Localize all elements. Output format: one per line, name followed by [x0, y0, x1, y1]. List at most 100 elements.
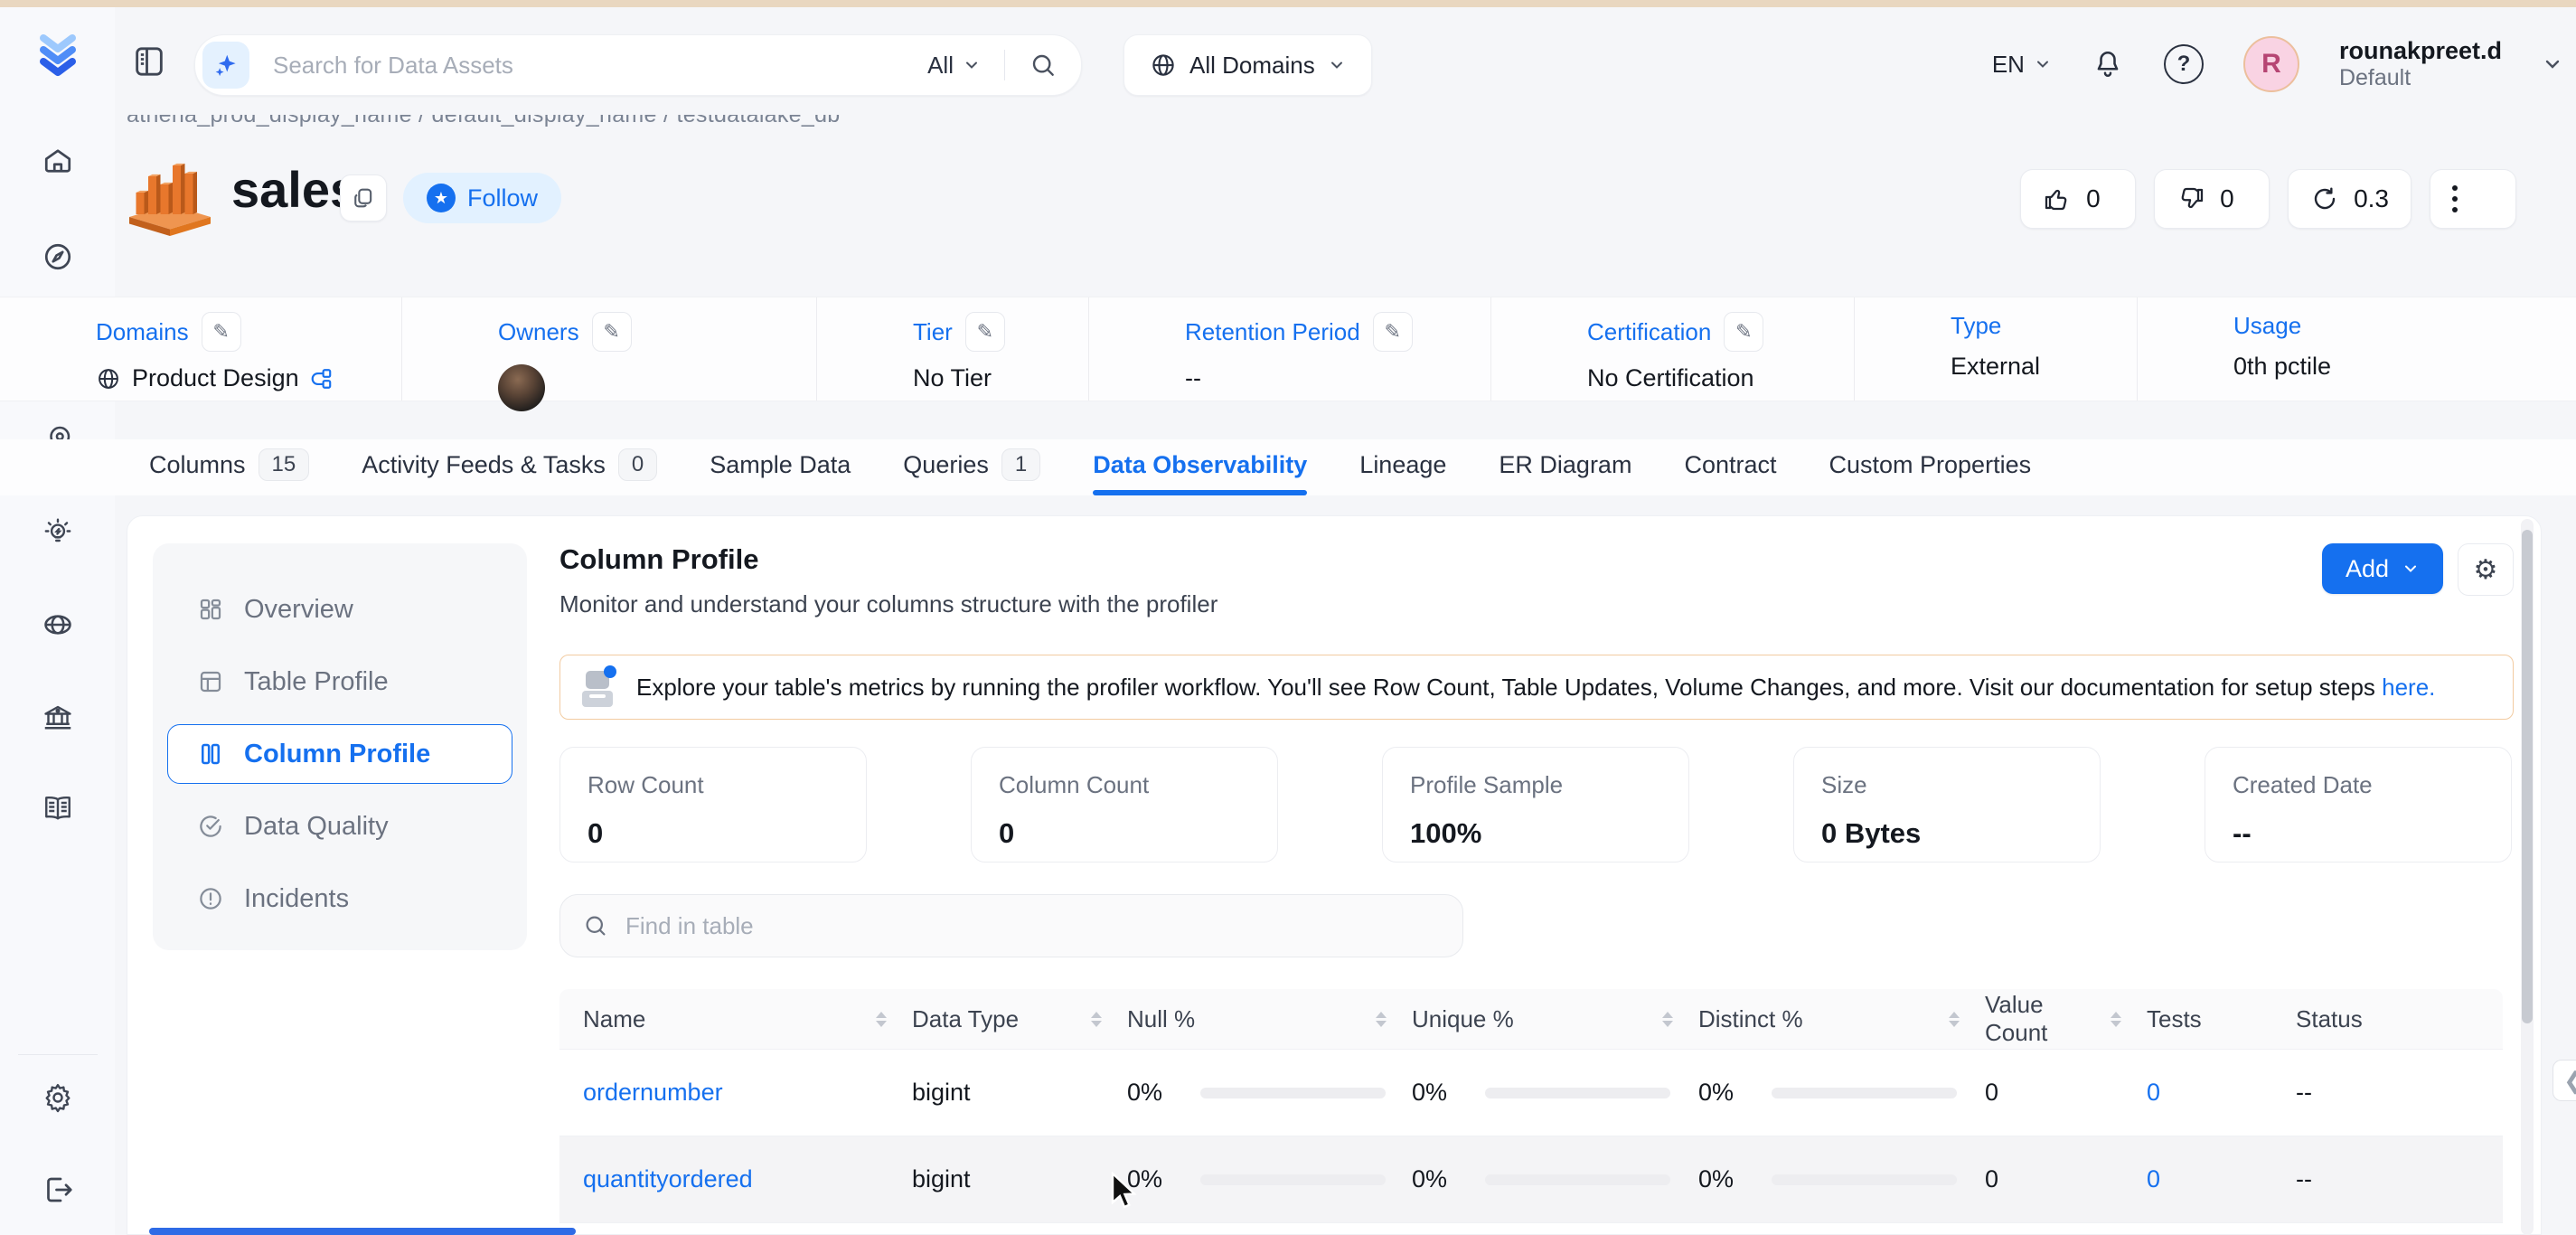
- progress-bar: [1772, 1174, 1957, 1185]
- find-in-table[interactable]: [559, 894, 1463, 957]
- tab-lineage[interactable]: Lineage: [1359, 439, 1446, 490]
- meta-retention: Retention Period ✎ --: [1088, 297, 1490, 401]
- copy-name-button[interactable]: [340, 174, 387, 222]
- unique-pct-cell: 0%: [1412, 1165, 1698, 1193]
- sidebar-item-table-profile[interactable]: Table Profile: [167, 652, 512, 712]
- scrollbar-thumb[interactable]: [2522, 530, 2533, 1023]
- all-domains-dropdown[interactable]: All Domains: [1123, 34, 1372, 96]
- data-type-cell: bigint: [912, 1165, 1127, 1193]
- stat-created-date: Created Date --: [2205, 747, 2512, 863]
- col-header-distinct[interactable]: Distinct %: [1698, 1005, 1985, 1033]
- ai-sparkle-icon[interactable]: [202, 42, 249, 89]
- tab-sample-data[interactable]: Sample Data: [710, 439, 851, 490]
- more-options-button[interactable]: [2430, 169, 2516, 229]
- sort-icon[interactable]: [1662, 1012, 1673, 1027]
- sort-icon[interactable]: [1376, 1012, 1387, 1027]
- downvote-button[interactable]: 0: [2154, 169, 2270, 229]
- stat-column-count: Column Count 0: [971, 747, 1278, 863]
- language-dropdown[interactable]: EN: [1992, 51, 2052, 79]
- edit-retention-icon[interactable]: ✎: [1373, 312, 1413, 352]
- global-search-bar[interactable]: All: [194, 34, 1082, 96]
- find-in-table-input[interactable]: [624, 911, 1441, 941]
- user-menu[interactable]: rounakpreet.d Default: [2339, 37, 2502, 91]
- breadcrumb[interactable]: athena_prod_display_name / default_displ…: [127, 115, 1392, 129]
- sort-icon[interactable]: [876, 1012, 887, 1027]
- tests-link[interactable]: 0: [2147, 1165, 2296, 1193]
- col-header-unique[interactable]: Unique %: [1412, 1005, 1698, 1033]
- sidebar-item-column-profile[interactable]: Column Profile: [167, 724, 512, 784]
- thumbs-up-icon: [2043, 184, 2072, 213]
- col-header-data-type[interactable]: Data Type: [912, 1005, 1127, 1033]
- search-icon: [582, 912, 609, 939]
- explore-compass-icon[interactable]: [42, 240, 74, 273]
- tests-link[interactable]: 0: [2147, 1079, 2296, 1107]
- bottom-blue-bar: [149, 1228, 576, 1235]
- insights-bulb-icon[interactable]: [42, 516, 74, 549]
- column-name-link[interactable]: ordernumber: [559, 1079, 912, 1107]
- alert-circle-icon: [197, 885, 224, 912]
- tab-columns[interactable]: Columns15: [149, 439, 309, 490]
- notifications-bell-icon[interactable]: [2092, 48, 2124, 80]
- glossary-book-icon[interactable]: [42, 792, 74, 825]
- data-type-cell: bigint: [912, 1079, 1127, 1107]
- sidebar-item-incidents[interactable]: Incidents: [167, 869, 512, 929]
- entity-metadata-bar: Domains ✎ Product Design Owners ✎ Tier ✎…: [0, 297, 2576, 401]
- value-count-cell: 0: [1985, 1165, 2147, 1193]
- owner-avatar[interactable]: [498, 364, 545, 411]
- tab-contract[interactable]: Contract: [1684, 439, 1776, 490]
- add-button[interactable]: Add: [2322, 543, 2443, 594]
- entity-header: sales ★ Follow 0 0 0.3: [127, 149, 2549, 240]
- tab-activity-feeds[interactable]: Activity Feeds & Tasks0: [362, 439, 657, 490]
- chevron-down-icon: [963, 56, 981, 74]
- column-profile-icon: [197, 740, 224, 768]
- upvote-button[interactable]: 0: [2020, 169, 2136, 229]
- domains-globe-icon[interactable]: [42, 608, 74, 641]
- settings-gear-icon[interactable]: [42, 1081, 74, 1114]
- profiler-bot-icon: [582, 665, 616, 709]
- chevron-down-icon[interactable]: [2542, 53, 2563, 75]
- left-rail: [0, 7, 115, 1235]
- tab-badge: 1: [1001, 448, 1040, 481]
- value-count-cell: 0: [1985, 1079, 2147, 1107]
- collapse-panel-button[interactable]: ❮: [2552, 1060, 2576, 1101]
- edit-certification-icon[interactable]: ✎: [1724, 312, 1763, 352]
- app-logo-icon[interactable]: [34, 31, 81, 78]
- search-input[interactable]: [249, 51, 904, 80]
- version-button[interactable]: 0.3: [2288, 169, 2411, 229]
- column-name-link[interactable]: quantityordered: [559, 1165, 912, 1193]
- follow-button[interactable]: ★ Follow: [403, 173, 561, 223]
- edit-tier-icon[interactable]: ✎: [965, 312, 1005, 352]
- meta-tier: Tier ✎ No Tier: [816, 297, 1088, 401]
- sidebar-item-data-quality[interactable]: Data Quality: [167, 797, 512, 856]
- col-header-value-count[interactable]: Value Count: [1985, 991, 2147, 1047]
- search-submit-icon[interactable]: [1005, 51, 1081, 80]
- tab-data-observability[interactable]: Data Observability: [1093, 439, 1307, 490]
- edit-domains-icon[interactable]: ✎: [202, 312, 241, 352]
- user-name: rounakpreet.d: [2339, 37, 2502, 65]
- govern-bank-icon[interactable]: [42, 702, 74, 734]
- logout-icon[interactable]: [42, 1174, 74, 1206]
- search-scope-dropdown[interactable]: All: [904, 52, 1004, 80]
- table-profile-icon: [197, 668, 224, 695]
- avatar[interactable]: R: [2243, 36, 2299, 92]
- edit-owners-icon[interactable]: ✎: [592, 312, 632, 352]
- sidebar-toggle-icon[interactable]: [131, 43, 167, 80]
- sort-icon[interactable]: [1949, 1012, 1960, 1027]
- home-icon[interactable]: [42, 145, 74, 177]
- col-header-name[interactable]: Name: [559, 1005, 912, 1033]
- tab-queries[interactable]: Queries1: [903, 439, 1040, 490]
- sort-icon[interactable]: [2111, 1012, 2121, 1027]
- section-subtitle: Monitor and understand your columns stru…: [559, 590, 1217, 618]
- tab-custom-properties[interactable]: Custom Properties: [1829, 439, 2032, 490]
- sidebar-item-overview[interactable]: Overview: [167, 580, 512, 639]
- section-title: Column Profile: [559, 543, 1217, 576]
- help-icon[interactable]: ?: [2164, 44, 2204, 84]
- sort-icon[interactable]: [1091, 1012, 1102, 1027]
- profiler-settings-button[interactable]: ⚙: [2458, 543, 2514, 596]
- chevron-down-icon: [2402, 560, 2420, 578]
- tab-er-diagram[interactable]: ER Diagram: [1499, 439, 1631, 490]
- stat-size: Size 0 Bytes: [1793, 747, 2101, 863]
- documentation-link[interactable]: here.: [2382, 674, 2435, 701]
- subdomain-link-icon[interactable]: [310, 367, 334, 391]
- col-header-null[interactable]: Null %: [1127, 1005, 1412, 1033]
